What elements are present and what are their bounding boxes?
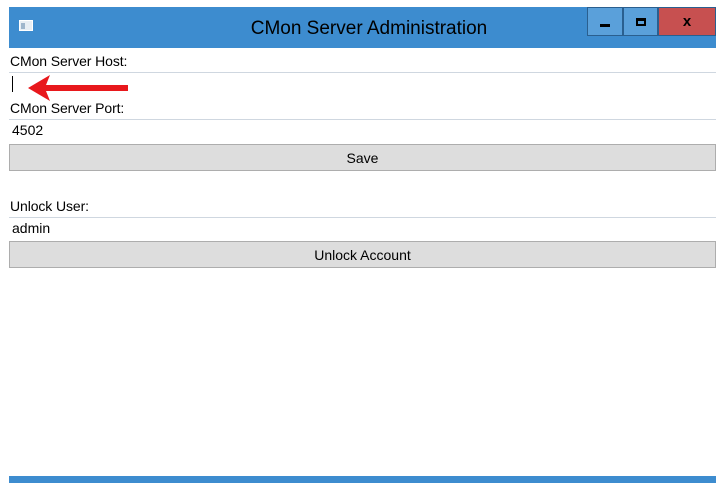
save-button[interactable]: Save <box>9 144 716 171</box>
title-bar[interactable]: CMon Server Administration x <box>9 7 716 48</box>
red-arrow-annotation <box>28 75 128 101</box>
close-button[interactable]: x <box>658 7 716 36</box>
minimize-button[interactable] <box>587 7 623 36</box>
text-caret <box>12 76 13 92</box>
unlock-user-label: Unlock User: <box>10 198 89 214</box>
unlock-account-button[interactable]: Unlock Account <box>9 241 716 268</box>
host-label: CMon Server Host: <box>10 53 128 69</box>
unlock-user-input[interactable]: admin <box>9 217 716 239</box>
maximize-icon <box>635 17 646 26</box>
unlock-user-input-value: admin <box>12 220 51 236</box>
port-input-value: 4502 <box>12 122 44 138</box>
maximize-button[interactable] <box>623 7 658 36</box>
close-icon: x <box>682 13 692 30</box>
client-area: CMon Server Host: CMon Server Port: 4502… <box>9 48 716 476</box>
minimize-icon <box>600 24 610 27</box>
port-label: CMon Server Port: <box>10 100 125 116</box>
port-input[interactable]: 4502 <box>9 119 716 141</box>
